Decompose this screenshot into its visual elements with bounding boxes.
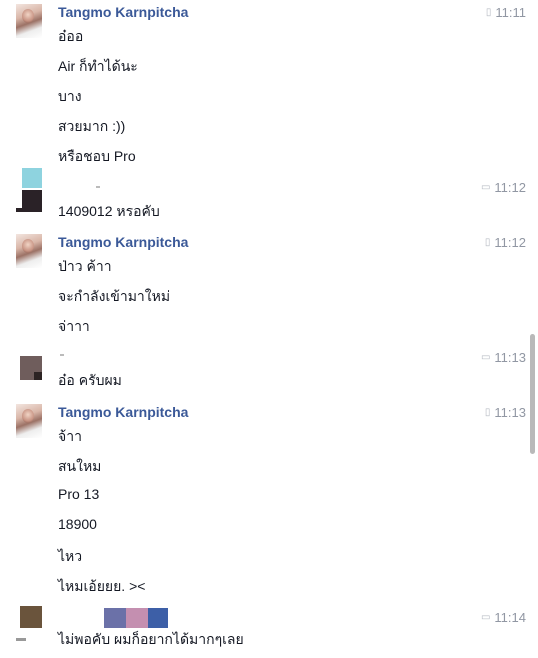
redacted-sender-name: [148, 608, 168, 628]
avatar[interactable]: [16, 234, 42, 268]
mobile-icon: ▯: [484, 406, 491, 418]
scrollbar[interactable]: [529, 0, 535, 658]
timestamp-text: 11:13: [494, 350, 526, 365]
message-group: Tangmo Karnpitcha ▯ 11:12 ป่าว ค้าา จะกำ…: [0, 230, 526, 340]
redacted-sender-name: [126, 608, 148, 628]
chat-bubble-icon: ▭: [480, 611, 491, 623]
message-text: อ๋ออ: [58, 28, 84, 44]
message-text: อ๋อ ครับผม: [58, 372, 122, 388]
message-text: Air ก็ทำได้นะ: [58, 58, 138, 74]
avatar[interactable]: [16, 350, 42, 382]
message-text: Pro 13: [58, 486, 100, 502]
redacted-sender-name: [104, 608, 126, 628]
message-text: สวยมาก :)): [58, 118, 126, 134]
mobile-icon: ▯: [485, 6, 492, 18]
message-text: ไม่พอคับ ผมก็อยากได้มากๆเลย: [58, 631, 244, 647]
timestamp: ▯ 11:13: [485, 405, 526, 420]
message-group: Tangmo Karnpitcha ▯ 11:11 อ๋ออ Air ก็ทำไ…: [0, 0, 526, 170]
message-text: จะกำลังเข้ามาใหม่: [58, 288, 171, 304]
conversation-thread: Tangmo Karnpitcha ▯ 11:11 อ๋ออ Air ก็ทำไ…: [0, 0, 526, 658]
message-text: บาง: [58, 88, 82, 104]
message-group: ▭ 11:13 อ๋อ ครับผม: [0, 342, 526, 392]
sender-name[interactable]: Tangmo Karnpitcha: [58, 234, 188, 250]
message-group: ▭ 11:12 1409012 หรอคับ: [0, 166, 526, 226]
timestamp: ▭ 11:13: [481, 350, 526, 365]
timestamp-text: 11:14: [494, 610, 526, 625]
timestamp: ▯ 11:12: [485, 235, 526, 250]
avatar[interactable]: [16, 606, 42, 642]
message-text: สนใหม: [58, 458, 102, 474]
timestamp-text: 11:11: [495, 5, 526, 20]
message-group: ▭ 11:14 ไม่พอคับ ผมก็อยากได้มากๆเลย: [0, 600, 526, 658]
sender-name[interactable]: Tangmo Karnpitcha: [58, 4, 188, 20]
timestamp: ▭ 11:14: [481, 610, 526, 625]
message-text: ป่าว ค้าา: [58, 258, 112, 274]
avatar[interactable]: [16, 404, 42, 438]
timestamp-text: 11:12: [494, 235, 526, 250]
scrollbar-thumb[interactable]: [530, 334, 535, 454]
chat-bubble-icon: ▭: [480, 181, 491, 193]
timestamp: ▯ 11:11: [486, 5, 526, 20]
message-text: 18900: [58, 516, 97, 532]
sender-name[interactable]: Tangmo Karnpitcha: [58, 404, 188, 420]
timestamp: ▭ 11:12: [481, 180, 526, 195]
timestamp-text: 11:12: [494, 180, 526, 195]
mobile-icon: ▯: [484, 236, 491, 248]
message-text: จ่าาา: [58, 318, 90, 334]
avatar[interactable]: [16, 4, 42, 38]
message-text: จ้าา: [58, 428, 82, 444]
message-text: หรือชอบ Pro: [58, 148, 136, 164]
timestamp-text: 11:13: [494, 405, 526, 420]
avatar[interactable]: [16, 168, 42, 212]
message-text: 1409012 หรอคับ: [58, 203, 160, 219]
sender-name[interactable]: [96, 186, 100, 188]
sender-name[interactable]: [60, 354, 64, 356]
message-group: Tangmo Karnpitcha ▯ 11:13 จ้าา สนใหม Pro…: [0, 400, 526, 595]
message-text: ไหมเอ้ยยย. ><: [58, 578, 146, 594]
chat-bubble-icon: ▭: [480, 351, 491, 363]
message-text: ไหว: [58, 548, 83, 564]
